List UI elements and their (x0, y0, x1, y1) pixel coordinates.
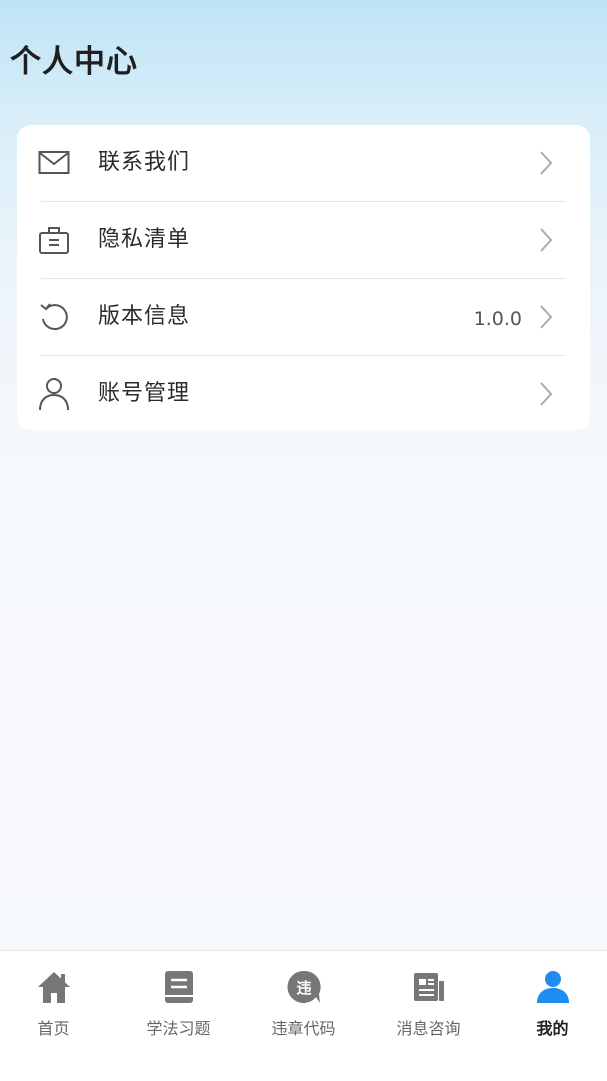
tab-label: 首页 (37, 1019, 70, 1038)
book-icon (159, 967, 199, 1007)
tab-home[interactable]: 首页 (0, 951, 114, 1081)
chevron-right-icon (538, 304, 554, 330)
tab-news-consult[interactable]: 消息咨询 (368, 951, 489, 1081)
menu-item-label: 账号管理 (98, 381, 191, 406)
menu-item-contact-us[interactable]: 联系我们 (17, 125, 590, 201)
user-icon (37, 375, 71, 413)
violation-icon: 违 (284, 967, 324, 1007)
tab-label: 我的 (536, 1019, 569, 1038)
tab-violation-code[interactable]: 违 违章代码 (243, 951, 364, 1081)
privacy-list-icon (37, 221, 71, 259)
menu-item-label: 版本信息 (98, 304, 191, 329)
tab-label: 学法习题 (146, 1019, 211, 1038)
version-value: 1.0.0 (473, 308, 522, 330)
page-title: 个人中心 (10, 44, 138, 80)
news-icon (409, 967, 449, 1007)
bottom-tab-bar: 首页 学法习题 违 违章代码 消息咨询 我的 (0, 950, 607, 1081)
menu-item-privacy-list[interactable]: 隐私清单 (17, 202, 590, 278)
tab-label: 违章代码 (271, 1019, 336, 1038)
chevron-right-icon (538, 227, 554, 253)
tab-label: 消息咨询 (396, 1019, 461, 1038)
menu-item-account-management[interactable]: 账号管理 (17, 356, 590, 430)
menu-item-label: 隐私清单 (98, 227, 191, 252)
tab-mine[interactable]: 我的 (492, 951, 607, 1081)
menu-card: 联系我们 隐私清单 版本信息 1.0.0 账号管理 (17, 125, 590, 430)
mail-icon (37, 144, 71, 182)
menu-item-label: 联系我们 (98, 150, 191, 175)
chevron-right-icon (538, 150, 554, 176)
chevron-right-icon (538, 381, 554, 407)
tab-study-quiz[interactable]: 学法习题 (118, 951, 239, 1081)
menu-item-version-info[interactable]: 版本信息 1.0.0 (17, 279, 590, 355)
svg-text:违: 违 (296, 979, 311, 997)
home-icon (34, 967, 74, 1007)
refresh-icon (37, 298, 71, 336)
profile-icon (533, 967, 573, 1007)
